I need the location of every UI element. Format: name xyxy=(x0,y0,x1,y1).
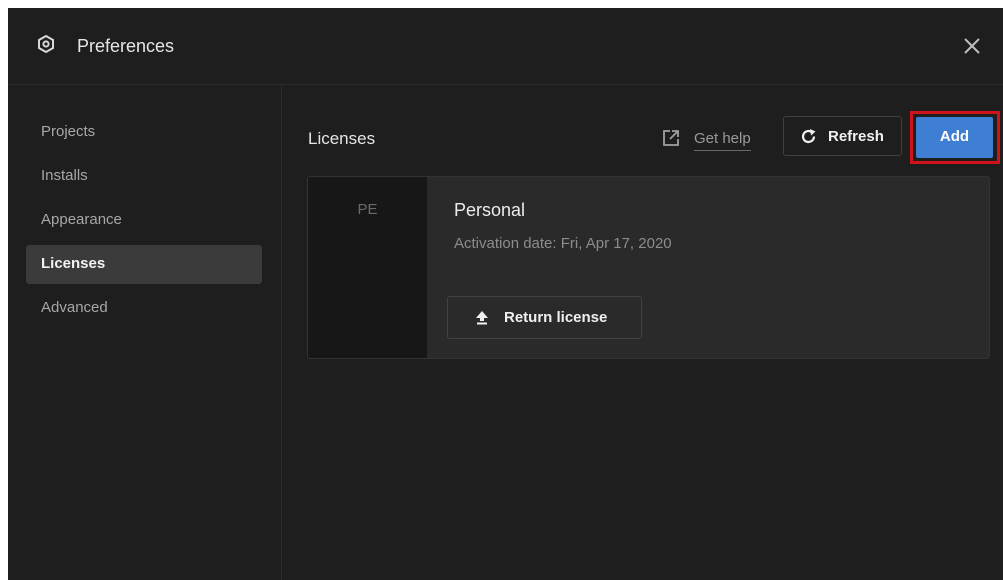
license-abbreviation: PE xyxy=(357,201,378,218)
license-name: Personal xyxy=(454,200,526,220)
get-help-label: Get help xyxy=(694,130,751,151)
return-license-button[interactable]: Return license xyxy=(447,296,642,339)
refresh-button[interactable]: Refresh xyxy=(783,116,902,156)
license-badge-panel: PE xyxy=(308,177,427,358)
sidebar-item-projects[interactable]: Projects xyxy=(26,113,262,152)
close-icon[interactable] xyxy=(960,34,984,58)
sidebar-item-advanced[interactable]: Advanced xyxy=(26,289,262,328)
sidebar-item-licenses[interactable]: Licenses xyxy=(26,245,262,284)
add-button[interactable]: Add xyxy=(916,117,993,158)
sidebar-item-label: Appearance xyxy=(41,211,122,228)
return-license-label: Return license xyxy=(504,309,608,326)
sidebar-item-label: Installs xyxy=(41,167,88,184)
preferences-window: Preferences Projects Installs Appearance… xyxy=(8,8,1003,580)
page-title: Licenses xyxy=(308,129,376,148)
activation-date: Activation date: Fri, Apr 17, 2020 xyxy=(454,235,672,252)
gear-icon xyxy=(37,34,55,54)
sidebar-item-label: Projects xyxy=(41,123,96,140)
window-title: Preferences xyxy=(77,36,175,56)
sidebar: Projects Installs Appearance Licenses Ad… xyxy=(8,85,282,580)
main-panel: Licenses Get help Refresh Add PE Persona… xyxy=(282,85,1003,580)
sidebar-item-label: Advanced xyxy=(41,299,108,316)
title-bar: Preferences xyxy=(8,8,1003,85)
external-link-icon xyxy=(662,129,680,147)
sidebar-item-label: Licenses xyxy=(41,255,106,272)
sidebar-item-appearance[interactable]: Appearance xyxy=(26,201,262,240)
license-card: PE Personal Activation date: Fri, Apr 17… xyxy=(307,176,990,359)
sidebar-item-installs[interactable]: Installs xyxy=(26,157,262,196)
add-label: Add xyxy=(939,128,970,145)
upload-arrow-icon xyxy=(475,310,489,325)
refresh-icon xyxy=(800,128,817,145)
refresh-label: Refresh xyxy=(828,128,884,145)
